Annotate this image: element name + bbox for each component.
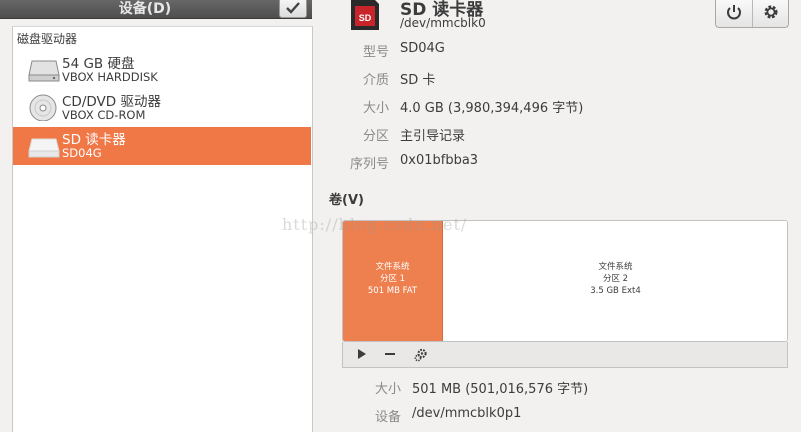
volume-device-value: /dev/mmcblk0p1 xyxy=(412,406,522,421)
play-icon xyxy=(358,349,366,359)
serial-label: 序列号 xyxy=(349,157,389,172)
partition-1-name: 分区 1 xyxy=(379,274,406,284)
partition-2-type: 文件系统 xyxy=(598,262,633,272)
drive-item-cd-dvd[interactable]: CD/DVD 驱动器 VBOX CD-ROM xyxy=(13,89,311,127)
size-label: 大小 xyxy=(362,101,389,116)
media-value: SD 卡 xyxy=(400,73,436,88)
model-label: 型号 xyxy=(362,45,389,60)
partition-1-block[interactable]: 文件系统 分区 1 501 MB FAT xyxy=(343,221,443,341)
delete-partition-button[interactable] xyxy=(379,345,401,363)
disk-drives-section-label: 磁盘驱动器 xyxy=(17,32,78,46)
drive-name: 54 GB 硬盘 xyxy=(62,56,135,72)
mount-button[interactable] xyxy=(351,345,373,363)
drive-name: SD 读卡器 xyxy=(62,132,126,148)
partition-1-size: 501 MB FAT xyxy=(367,286,418,296)
partition-1-type: 文件系统 xyxy=(375,262,410,272)
drive-item-hard-disk[interactable]: 54 GB 硬盘 VBOX HARDDISK xyxy=(13,51,311,89)
volume-toolbar xyxy=(342,342,788,368)
device-action-buttons xyxy=(715,0,789,28)
volume-device-label: 设备 xyxy=(374,410,401,425)
power-off-button[interactable] xyxy=(716,0,753,27)
drive-model: VBOX HARDDISK xyxy=(62,70,158,84)
left-header-bar: 设备(D) xyxy=(0,0,312,19)
partitioning-value: 主引导记录 xyxy=(400,129,466,144)
partition-settings-button[interactable] xyxy=(409,345,431,363)
device-path: /dev/mmcblk0 xyxy=(400,16,486,30)
drive-settings-button[interactable] xyxy=(753,0,789,27)
minus-icon xyxy=(385,353,395,355)
serial-value: 0x01bfbba3 xyxy=(400,153,479,168)
partition-2-name: 分区 2 xyxy=(602,274,629,284)
power-icon xyxy=(727,5,741,20)
size-value: 4.0 GB (3,980,394,496 字节) xyxy=(400,101,584,116)
checkmark-icon xyxy=(286,2,300,14)
volume-size-label: 大小 xyxy=(374,382,401,397)
volume-map: 文件系统 分区 1 501 MB FAT 文件系统 分区 2 3.5 GB Ex… xyxy=(342,220,788,342)
hard-disk-icon xyxy=(28,60,60,82)
volume-size-value: 501 MB (501,016,576 字节) xyxy=(412,382,589,397)
partition-2-block[interactable]: 文件系统 分区 2 3.5 GB Ext4 xyxy=(443,221,787,341)
gear-icon xyxy=(764,5,778,19)
gears-icon xyxy=(414,348,427,362)
device-list-panel: 磁盘驱动器 54 GB 硬盘 VBOX HARDDISK CD/DVD 驱动器 … xyxy=(12,26,313,432)
optical-disc-icon xyxy=(29,94,57,121)
drive-model: VBOX CD-ROM xyxy=(62,108,146,122)
devices-header-title: 设备(D) xyxy=(118,1,172,17)
sd-card-reader-icon xyxy=(28,138,60,158)
sd-card-icon: SD xyxy=(351,0,379,30)
drive-model: SD04G xyxy=(62,146,102,160)
watermark-text: http://blog.csdn.net/ xyxy=(282,215,468,234)
partition-2-size: 3.5 GB Ext4 xyxy=(590,286,641,296)
drive-name: CD/DVD 驱动器 xyxy=(62,94,161,110)
model-value: SD04G xyxy=(400,41,445,56)
drive-item-sd-reader[interactable]: SD 读卡器 SD04G xyxy=(13,127,311,165)
media-label: 介质 xyxy=(362,73,389,88)
volumes-label: 卷(V) xyxy=(329,193,364,208)
svg-text:SD: SD xyxy=(359,13,372,23)
partitioning-label: 分区 xyxy=(362,129,389,144)
select-mode-button[interactable] xyxy=(279,0,307,18)
